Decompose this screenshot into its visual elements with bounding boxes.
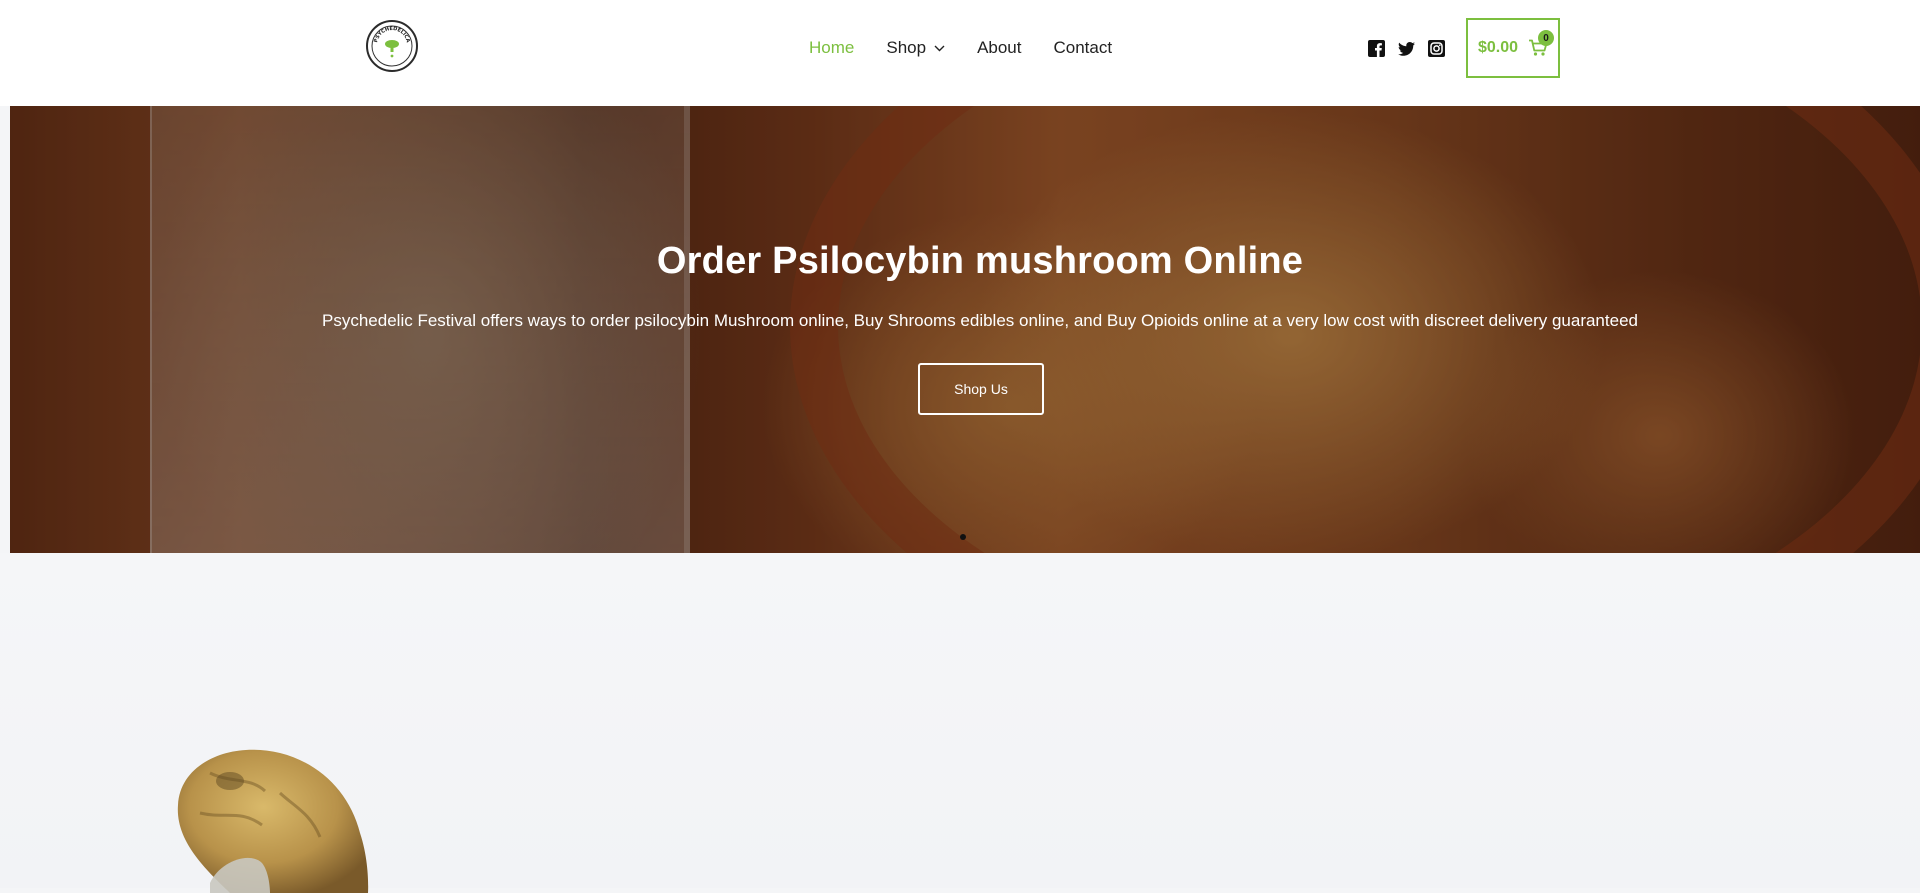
- shop-us-button[interactable]: Shop Us: [918, 363, 1044, 415]
- content-section: [0, 553, 1920, 893]
- site-header: PSYCHEDELICA Home Shop About Contact $0.…: [0, 0, 1920, 106]
- nav-item-contact[interactable]: Contact: [1054, 36, 1113, 60]
- nav-item-about[interactable]: About: [977, 36, 1021, 60]
- cart-count-badge: 0: [1538, 30, 1555, 46]
- instagram-icon[interactable]: [1428, 40, 1445, 57]
- cart-icon: 0: [1528, 30, 1555, 57]
- nav-label: Shop: [886, 38, 927, 57]
- mushroom-image: [177, 749, 369, 893]
- site-logo[interactable]: PSYCHEDELICA: [366, 20, 418, 72]
- nav-item-shop[interactable]: Shop: [886, 36, 945, 60]
- nav-label: Home: [809, 38, 855, 57]
- chevron-down-icon: [934, 45, 945, 52]
- hero-banner: Order Psilocybin mushroom Online Psyched…: [10, 106, 1920, 553]
- nav-label: About: [977, 38, 1022, 57]
- hero-title: Order Psilocybin mushroom Online: [656, 240, 1304, 282]
- social-links: [1368, 40, 1445, 57]
- logo-emblem-icon: PSYCHEDELICA: [371, 25, 413, 67]
- main-nav: Home Shop About Contact: [809, 36, 1112, 60]
- facebook-icon[interactable]: [1368, 40, 1385, 57]
- nav-label: Contact: [1053, 38, 1113, 57]
- slider-dot[interactable]: [960, 534, 966, 540]
- cart-total: $0.00: [1477, 39, 1519, 56]
- hero-description: Psychedelic Festival offers ways to orde…: [322, 311, 1638, 330]
- cart-button[interactable]: $0.00 0: [1466, 18, 1560, 78]
- nav-item-home[interactable]: Home: [809, 36, 854, 60]
- twitter-icon[interactable]: [1398, 40, 1415, 57]
